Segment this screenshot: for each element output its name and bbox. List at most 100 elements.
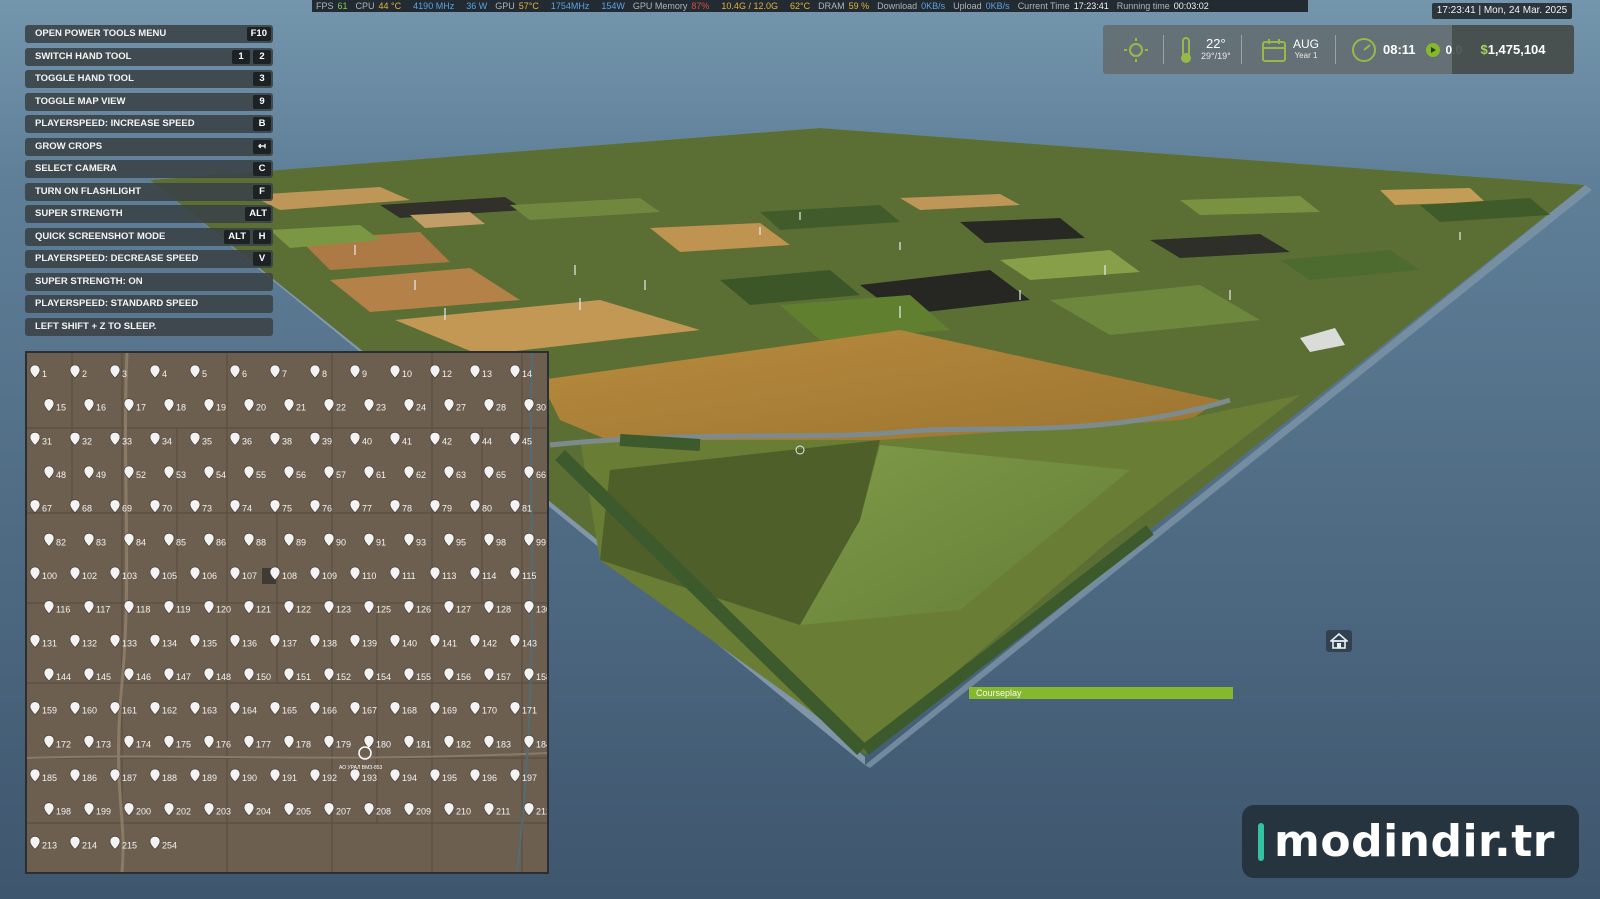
field-number: 113 [442,571,456,581]
perf-item: 1754MHz [543,0,594,12]
field-number: 178 [296,739,311,749]
field-number: 79 [442,504,452,514]
field-number: 44 [482,436,492,446]
field-number: 203 [216,807,231,817]
field-number: 169 [442,706,457,716]
field-number: 33 [122,436,132,446]
field-number: 23 [376,403,386,413]
keybind-row[interactable]: SUPER STRENGTH ALT [25,205,273,223]
field-number: 98 [496,537,506,547]
field-number: 200 [136,807,151,817]
perf-value: 0KB/s [921,1,946,11]
perf-item: Current Time 17:23:41 [1014,0,1113,12]
field-number: 106 [202,571,217,581]
field-number: 62 [416,470,426,480]
money-display: $1,475,104 [1452,25,1574,74]
keybind-row[interactable]: TOGGLE MAP VIEW 9 [25,92,273,111]
farm-building-button[interactable] [1326,630,1352,652]
field-number: 73 [202,504,212,514]
field-number: 121 [256,605,271,615]
field-number: 180 [376,739,391,749]
field-number: 110 [362,571,376,581]
field-number: 61 [376,470,386,480]
keybind-row[interactable]: PLAYERSPEED: DECREASE SPEED V [25,250,273,268]
field-number: 151 [296,672,311,682]
keybind-row[interactable]: PLAYERSPEED: INCREASE SPEED B [25,115,273,133]
money-symbol: $ [1480,42,1488,57]
perf-item: 4190 MHz [405,0,458,12]
field-number: 193 [362,773,377,783]
perf-value: 36 W [466,1,488,11]
key-badge: F [253,184,271,199]
field-number: 7 [282,369,287,379]
field-number: 57 [336,470,346,480]
keybind-label: GROW CROPS [35,140,103,152]
field-number: 41 [402,436,412,446]
perf-item: FPS 61 [312,0,352,12]
field-number: 165 [282,706,297,716]
perf-value: 00:03:02 [1173,1,1209,11]
keybind-row[interactable]: OPEN POWER TOOLS MENU F10 [25,25,273,43]
field-number: 75 [282,504,292,514]
keybind-row[interactable]: TURN ON FLASHLIGHT F [25,182,273,201]
field-number: 95 [456,537,466,547]
field-number: 120 [216,605,231,615]
field-number: 170 [482,706,497,716]
field-number: 80 [482,504,492,514]
keybind-row[interactable]: SWITCH HAND TOOL 1 2 [25,47,273,66]
field-number: 1 [42,369,47,379]
perf-label: GPU Memory [632,1,688,11]
field-number: 53 [176,470,186,480]
keybind-row[interactable]: PLAYERSPEED: STANDARD SPEED [25,295,273,313]
field-number: 133 [122,638,137,648]
field-number: 108 [282,571,297,581]
minimap[interactable]: 1 2 3 4 5 6 7 8 9 10 12 13 14 15 16 17 18 19 20 21 22 23 24 27 2… [25,351,549,874]
perf-value: 61 [337,1,348,11]
keybind-label: SWITCH HAND TOOL [35,50,132,62]
field-number: 134 [162,638,177,648]
field-number: 107 [242,571,257,581]
field-number: 174 [136,739,151,749]
field-number: 14 [522,369,532,379]
field-number: 145 [96,672,111,682]
perf-value: 62°C [789,1,811,11]
field-number: 67 [42,504,52,514]
keybind-row[interactable]: TOGGLE HAND TOOL 3 [25,70,273,88]
field-number: 12 [442,369,452,379]
field-number: 168 [402,706,417,716]
perf-value: 0KB/s [985,1,1010,11]
weather-widget[interactable] [1123,25,1149,74]
field-number: 31 [42,436,52,446]
play-speed-icon[interactable] [1425,42,1440,57]
field-number: 8 [322,369,327,379]
key-badge: 1 [232,49,250,64]
field-number: 161 [122,706,137,716]
perf-item: Running time 00:03:02 [1113,0,1213,12]
keybind-row[interactable]: LEFT SHIFT + Z TO SLEEP. [25,317,273,336]
keybind-label: PLAYERSPEED: INCREASE SPEED [35,118,195,129]
key-badge: ALT [224,229,250,244]
keybind-label: TOGGLE HAND TOOL [35,73,134,84]
keybind-row[interactable]: GROW CROPS ↤ [25,137,273,156]
field-number: 211 [496,807,510,817]
field-number: 177 [256,739,271,749]
perf-value: 10.4G / 12.0G [721,1,778,11]
field-number: 167 [362,706,377,716]
field-number: 65 [496,470,506,480]
keybind-row[interactable]: SUPER STRENGTH: ON [25,272,273,291]
courseplay-bar[interactable]: Courseplay [969,687,1233,699]
field-number: 197 [522,773,537,783]
field-number: 24 [416,403,426,413]
field-number: 55 [256,470,266,480]
keybind-label: PLAYERSPEED: DECREASE SPEED [35,253,199,264]
field-number: 118 [136,605,150,615]
player-vehicle-label: АО УРАЛ ВМЗ-853 [339,765,383,771]
keybind-row[interactable]: SELECT CAMERA C [25,160,273,178]
field-number: 116 [56,605,70,615]
key-badge: 9 [253,94,271,109]
keybind-row[interactable]: QUICK SCREENSHOT MODE ALT H [25,227,273,246]
keybind-label: PLAYERSPEED: STANDARD SPEED [35,298,199,309]
money-value: 1,475,104 [1487,42,1546,57]
field-number: 158 [536,672,547,682]
time-widget[interactable]: 08:11 0.0 [1351,25,1462,74]
